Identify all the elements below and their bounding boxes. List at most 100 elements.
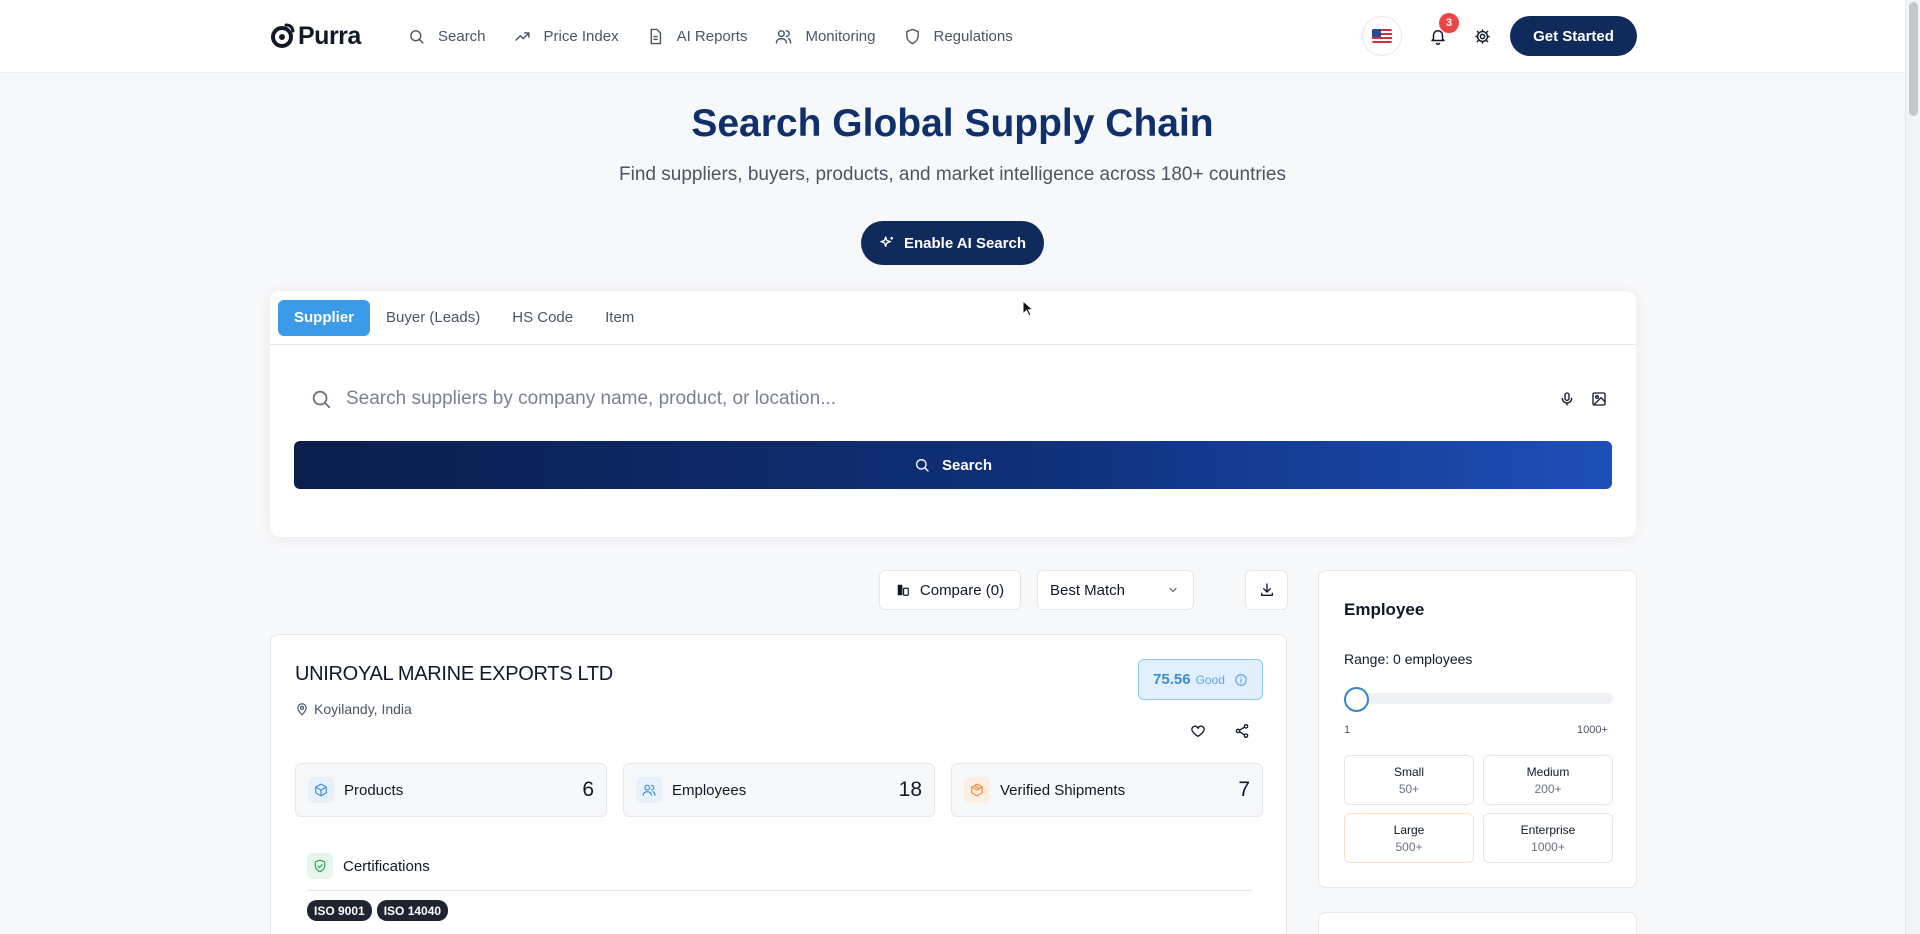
users-icon (776, 29, 792, 44)
heart-icon (1191, 725, 1205, 737)
package-icon (971, 783, 983, 797)
share-icon (1235, 724, 1249, 738)
cert-icon-wrap (307, 853, 333, 879)
nav-item-regulations[interactable]: Regulations (904, 23, 1013, 49)
page-scrollbar[interactable] (1905, 0, 1920, 934)
stat-verified-shipments: Verified Shipments 7 (951, 763, 1263, 817)
download-button[interactable] (1245, 570, 1288, 610)
employee-slider-thumb[interactable] (1344, 687, 1369, 712)
nav-item-monitoring[interactable]: Monitoring (775, 23, 876, 49)
supplier-result-card[interactable]: UNIROYAL MARINE EXPORTS LTD Koyilandy, I… (270, 634, 1287, 934)
search-icon (410, 29, 424, 44)
nav-item-label: Price Index (543, 27, 619, 45)
compare-icon (897, 584, 909, 596)
company-name[interactable]: UNIROYAL MARINE EXPORTS LTD (295, 663, 613, 686)
size-option-enterprise[interactable]: Enterprise 1000+ (1483, 813, 1613, 863)
nav-item-label: Monitoring (805, 27, 876, 45)
stat-icon-wrap (308, 777, 334, 803)
range-max-label: 1000+ (1577, 724, 1608, 736)
settings-button[interactable] (1464, 18, 1500, 54)
chevron-down-icon (1169, 587, 1177, 593)
share-button[interactable] (1228, 717, 1256, 745)
stat-employees: Employees 18 (623, 763, 935, 817)
score-badge[interactable]: 75.56 Good (1138, 659, 1263, 700)
language-button[interactable] (1362, 16, 1402, 56)
tab-hs-code[interactable]: HS Code (496, 300, 589, 336)
search-field-row (294, 381, 1612, 417)
main-nav: Search Price Index AI Reports Monitoring… (408, 23, 1013, 49)
range-text: Range: 0 employees (1344, 651, 1473, 667)
shield-check-icon (314, 859, 326, 873)
stat-value: 18 (898, 778, 922, 801)
mouse-cursor-icon (1022, 300, 1034, 317)
stat-label: Products (344, 781, 404, 799)
ai-button-label: Enable AI Search (904, 234, 1026, 252)
nav-item-price-index[interactable]: Price Index (514, 23, 619, 49)
stat-label: Employees (672, 781, 747, 799)
search-panel: Supplier Buyer (Leads) HS Code Item Sear… (270, 291, 1636, 537)
location-text: Koyilandy, India (314, 701, 412, 717)
certification-tags: ISO 9001 ISO 14040 (307, 900, 449, 921)
tab-buyer-leads[interactable]: Buyer (Leads) (370, 300, 496, 336)
search-icon (915, 459, 929, 472)
stat-products: Products 6 (295, 763, 607, 817)
info-icon (1235, 673, 1247, 686)
size-count: 50+ (1398, 781, 1420, 796)
microphone-icon (1561, 392, 1573, 406)
notifications-button[interactable]: 3 (1420, 13, 1459, 54)
next-filter-card (1318, 912, 1637, 934)
users-icon (642, 784, 656, 796)
size-option-medium[interactable]: Medium 200+ (1483, 755, 1613, 805)
gear-icon (1474, 28, 1490, 44)
document-icon (650, 28, 661, 44)
tab-supplier[interactable]: Supplier (278, 299, 371, 336)
enable-ai-search-button[interactable]: Enable AI Search (861, 221, 1044, 265)
score-value: 75.56 (1153, 671, 1191, 688)
search-submit-label: Search (941, 456, 993, 474)
stat-icon-wrap (964, 777, 990, 803)
map-pin-icon (297, 703, 307, 716)
nav-item-ai-reports[interactable]: AI Reports (647, 23, 748, 49)
shield-icon (905, 28, 919, 44)
stat-value: 6 (582, 778, 594, 801)
box-icon (315, 783, 327, 797)
image-search-button[interactable] (1586, 386, 1612, 412)
certifications-header: Certifications (307, 853, 430, 879)
search-icon (312, 390, 331, 409)
filter-title: Employee (1344, 600, 1425, 619)
compare-button[interactable]: Compare (0) (879, 570, 1021, 610)
size-name: Enterprise (1520, 822, 1576, 837)
sort-select[interactable]: Best Match (1037, 570, 1194, 610)
search-input[interactable] (346, 388, 1548, 410)
brand-logo[interactable]: Purra (270, 20, 361, 52)
company-location: Koyilandy, India (295, 701, 412, 717)
search-submit-button[interactable]: Search (294, 441, 1612, 489)
tab-item[interactable]: Item (589, 300, 650, 336)
range-min-label: 1 (1344, 724, 1351, 736)
scrollbar-thumb[interactable] (1909, 2, 1918, 116)
page-subtitle: Find suppliers, buyers, products, and ma… (619, 164, 1286, 185)
us-flag-icon (1372, 29, 1392, 43)
employee-slider-track[interactable] (1345, 693, 1613, 704)
top-navbar: Purra Search Price Index AI Reports Moni… (0, 0, 1905, 73)
size-count: 1000+ (1531, 839, 1565, 854)
nav-item-label: Regulations (933, 27, 1013, 45)
company-size-options: Small 50+ Medium 200+ Large 500+ Enterpr… (1344, 755, 1613, 863)
nav-item-search[interactable]: Search (408, 23, 486, 49)
trending-up-icon (514, 31, 530, 41)
favorite-button[interactable] (1184, 717, 1212, 745)
cert-tag-iso-14040: ISO 14040 (376, 900, 449, 921)
cert-tag-iso-9001: ISO 9001 (307, 900, 372, 921)
nav-item-label: Search (438, 27, 486, 45)
size-name: Small (1393, 764, 1424, 779)
nav-item-label: AI Reports (676, 27, 748, 45)
size-option-small[interactable]: Small 50+ (1344, 755, 1474, 805)
voice-search-button[interactable] (1554, 386, 1580, 412)
stat-value: 7 (1238, 778, 1250, 801)
image-icon (1592, 392, 1606, 406)
get-started-button[interactable]: Get Started (1510, 16, 1637, 56)
sparkles-icon (880, 236, 893, 247)
size-name: Medium (1526, 764, 1570, 779)
search-tabs: Supplier Buyer (Leads) HS Code Item (270, 291, 1636, 345)
size-option-large[interactable]: Large 500+ (1344, 813, 1474, 863)
